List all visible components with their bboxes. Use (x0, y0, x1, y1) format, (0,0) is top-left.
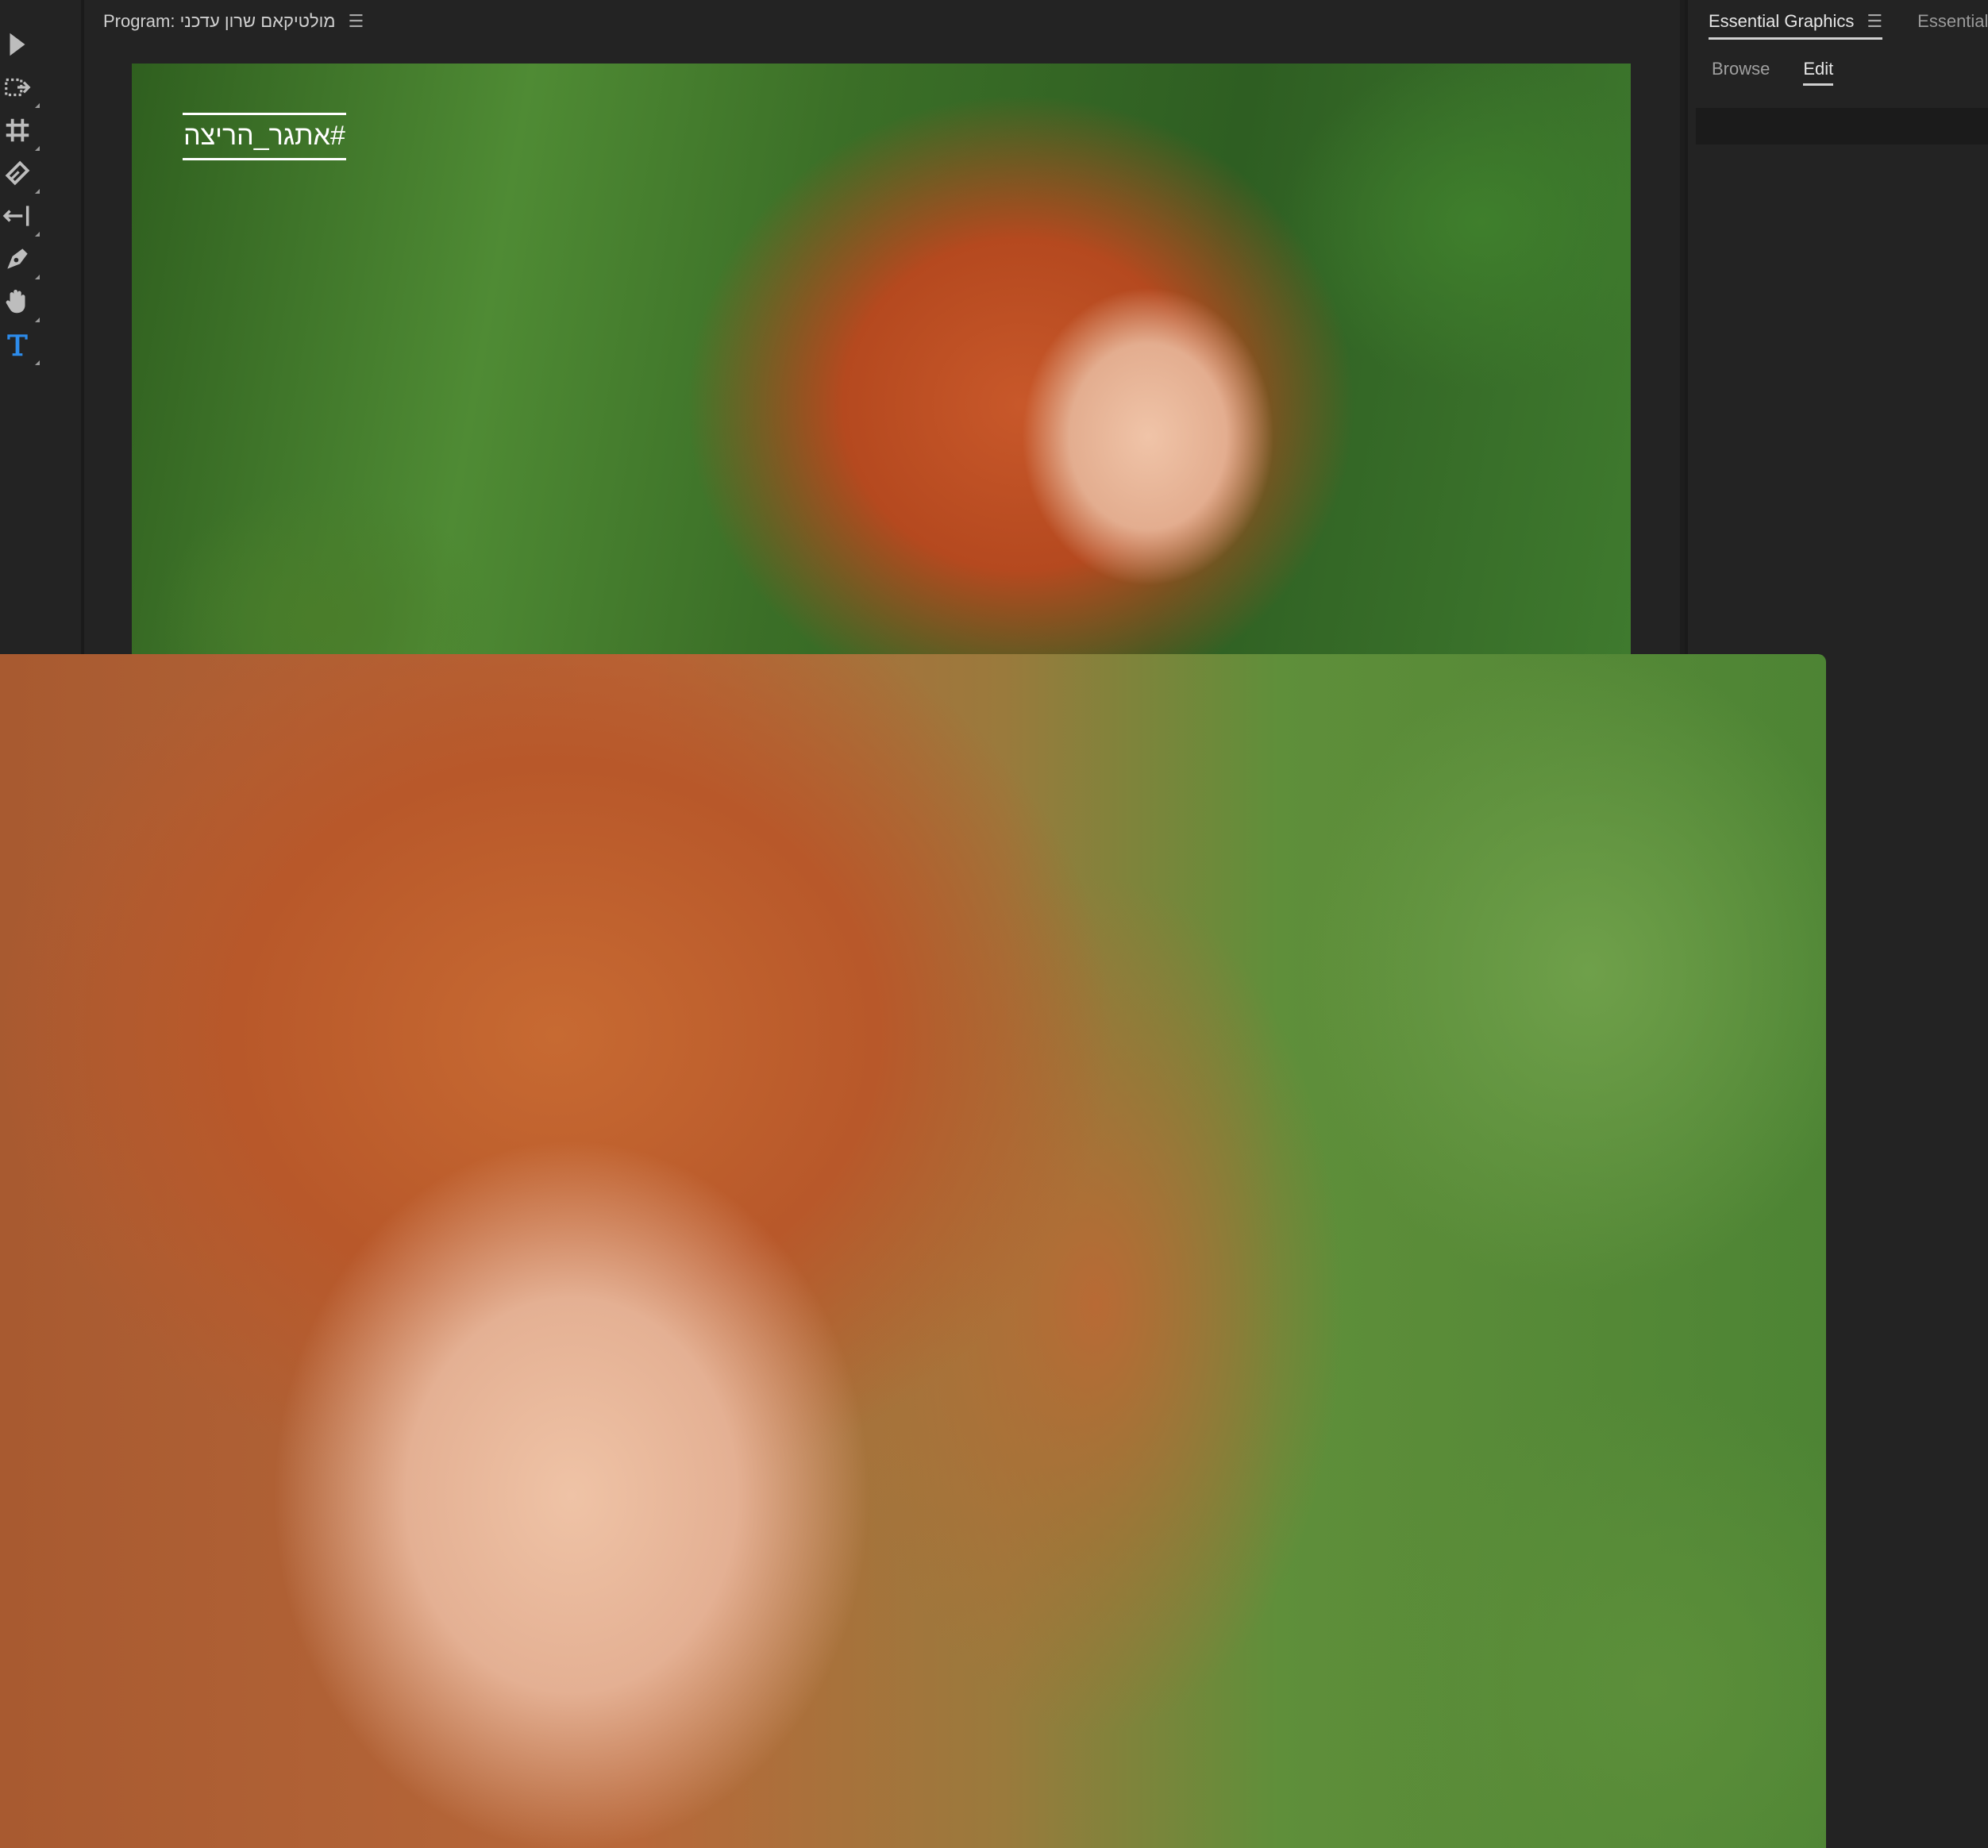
selection-tool[interactable] (0, 27, 35, 62)
pen-tool-icon (7, 248, 28, 269)
program-monitor-header: Program: מולטיקאם שרון עדכני ☰ (84, 0, 1680, 43)
zoomed-video-preview (0, 654, 1826, 1848)
tab-essential-graphics-label: Essential Graphics (1709, 11, 1855, 31)
program-monitor-title[interactable]: Program: מולטיקאם שרון עדכני (103, 11, 336, 32)
program-video-frame[interactable]: #אתגר_הריצה (132, 64, 1631, 654)
track-select-tool-icon (5, 78, 31, 97)
razor-tool-icon (5, 160, 30, 186)
program-monitor: Program: מולטיקאם שרון עדכני ☰ #אתגר_הרי… (84, 0, 1680, 654)
subtab-browse[interactable]: Browse (1712, 59, 1770, 86)
hand-tool[interactable] (0, 284, 40, 322)
slip-tool-icon (2, 206, 29, 226)
pen-tool[interactable] (0, 241, 40, 279)
type-tool[interactable] (0, 327, 40, 365)
essential-graphics-layer-bar (1696, 108, 1988, 144)
subtab-edit[interactable]: Edit (1803, 59, 1833, 86)
tools-panel (0, 0, 84, 654)
razor-tool[interactable] (0, 156, 40, 194)
essential-graphics-subtabs: Browse Edit (1712, 59, 1833, 86)
tab-essential-graphics[interactable]: Essential Graphics ☰ (1709, 0, 1883, 43)
program-menu-icon[interactable]: ☰ (349, 11, 364, 32)
ripple-edit-tool-icon (6, 118, 29, 142)
hand-tool-icon (6, 289, 25, 314)
tab-essential-sound[interactable]: Essential S (1917, 11, 1988, 32)
selection-tool-icon (10, 33, 25, 56)
slip-tool[interactable] (0, 198, 40, 237)
track-select-tool[interactable] (0, 70, 40, 108)
essential-graphics-header: Essential Graphics ☰ Essential S (1688, 0, 1988, 43)
essential-graphics-menu-icon[interactable]: ☰ (1867, 11, 1882, 32)
title-overlay-text[interactable]: #אתגר_הריצה (183, 113, 346, 160)
type-tool-icon (7, 334, 28, 356)
ripple-edit-tool[interactable] (0, 113, 40, 151)
